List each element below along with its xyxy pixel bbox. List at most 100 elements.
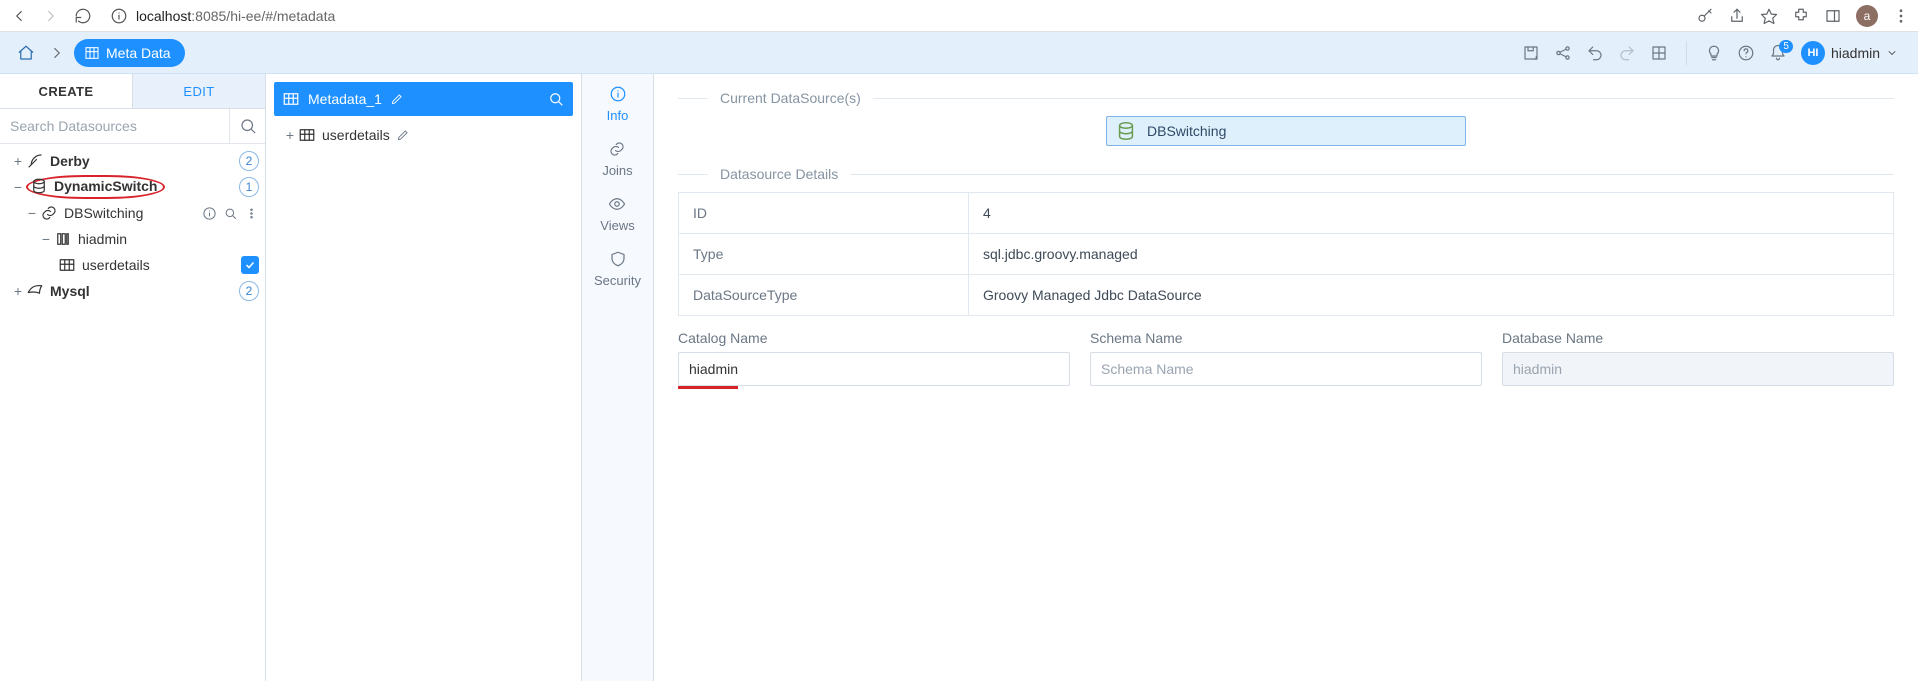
schema-icon [54,230,72,248]
chevron-down-icon [1886,47,1898,59]
catalog-input[interactable] [678,352,1070,386]
search-input[interactable] [0,110,229,142]
url-bar[interactable]: localhost:8085/hi-ee/#/metadata [104,7,1686,25]
left-search [0,109,265,144]
form-row: Catalog Name Schema Name Database Name [678,330,1894,389]
tree-label: userdetails [82,257,150,273]
tree-node-hiadmin[interactable]: − hiadmin [0,226,265,252]
table-row: Type sql.jdbc.groovy.managed [679,234,1894,275]
table-row: DataSourceType Groovy Managed Jdbc DataS… [679,275,1894,316]
tree-label: DynamicSwitch [54,178,157,194]
eye-icon [607,194,627,214]
user-menu[interactable]: HI hiadmin [1801,41,1898,65]
cell-label: Type [679,234,969,275]
breadcrumb: Meta Data [12,39,185,67]
count-badge: 1 [239,177,259,197]
share-icon[interactable] [1728,7,1746,25]
metadata-list: + userdetails [274,116,573,154]
tree-node-dbswitching[interactable]: − DBSwitching [0,200,265,226]
main: CREATE EDIT + Derby 2 − Dynamic [0,74,1918,681]
tree-label: Mysql [50,283,90,299]
header-tools: 5 HI hiadmin [1522,41,1906,65]
url-text: localhost:8085/hi-ee/#/metadata [136,8,335,24]
extensions-icon[interactable] [1792,7,1810,25]
metadata-header[interactable]: Metadata_1 [274,82,573,116]
edit-icon[interactable] [396,128,410,142]
cell-label: DataSourceType [679,275,969,316]
database-icon [30,177,48,195]
tree-label: DBSwitching [64,205,143,221]
tree-node-derby[interactable]: + Derby 2 [0,148,265,174]
search-icon[interactable] [223,206,238,221]
panel-icon[interactable] [1824,7,1842,25]
search-icon[interactable] [547,90,565,108]
cell-value: sql.jdbc.groovy.managed [969,234,1894,275]
edit-icon[interactable] [390,92,404,106]
nav-label: Info [607,108,629,123]
section-title: Current DataSource(s) [678,90,1894,106]
key-icon[interactable] [1696,7,1714,25]
cell-value: 4 [969,193,1894,234]
database-field: Database Name [1502,330,1894,389]
hint-icon[interactable] [1705,44,1723,62]
section-title: Datasource Details [678,166,1894,182]
table-icon [282,90,300,108]
nav-forward-icon [40,5,62,27]
notifications-badge: 5 [1779,40,1793,53]
star-icon[interactable] [1760,7,1778,25]
kebab-menu-icon[interactable] [1892,7,1910,25]
vertical-nav: Info Joins Views Security [582,74,654,681]
more-icon[interactable] [244,206,259,221]
notifications-icon[interactable]: 5 [1769,44,1787,62]
nav-views[interactable]: Views [600,194,634,233]
nav-label: Joins [602,163,632,178]
undo-icon[interactable] [1586,44,1604,62]
nav-security[interactable]: Security [594,249,641,288]
user-name: hiadmin [1831,45,1880,61]
home-icon[interactable] [12,39,40,67]
site-info-icon[interactable] [110,7,128,25]
help-icon[interactable] [1737,44,1755,62]
section-details: Datasource Details ID 4 Type sql.jdbc.gr… [678,166,1894,389]
collapse-icon[interactable]: − [24,205,40,221]
tree-node-mysql[interactable]: + Mysql 2 [0,278,265,304]
tree-node-dynamicswitch[interactable]: − DynamicSwitch 1 [0,174,265,200]
breadcrumb-current[interactable]: Meta Data [74,39,185,67]
checked-icon[interactable] [241,256,259,274]
count-badge: 2 [239,281,259,301]
catalog-field: Catalog Name [678,330,1070,389]
section-current-ds: Current DataSource(s) DBSwitching [678,90,1894,146]
table-icon [298,126,316,144]
tree-node-userdetails[interactable]: userdetails [0,252,265,278]
list-item-label: userdetails [322,127,390,143]
schema-input[interactable] [1090,352,1482,386]
current-ds-chip[interactable]: DBSwitching [1106,116,1466,146]
info-icon[interactable] [202,206,217,221]
list-item[interactable]: + userdetails [274,122,573,148]
grid-icon[interactable] [1650,44,1668,62]
nav-joins[interactable]: Joins [602,139,632,178]
reload-icon[interactable] [72,5,94,27]
tab-create[interactable]: CREATE [0,74,133,108]
datasource-tree: + Derby 2 − DynamicSwitch 1 − [0,144,265,308]
details-table: ID 4 Type sql.jdbc.groovy.managed DataSo… [678,192,1894,316]
search-icon[interactable] [229,109,265,143]
profile-avatar[interactable]: a [1856,5,1878,27]
nav-info[interactable]: Info [607,84,629,123]
collapse-icon[interactable]: − [38,231,54,247]
share-page-icon[interactable] [1554,44,1572,62]
expand-icon[interactable]: + [282,127,298,143]
field-label: Schema Name [1090,330,1482,346]
table-icon [84,45,100,61]
expand-icon[interactable]: + [10,153,26,169]
save-menu-icon[interactable] [1522,44,1540,62]
tab-edit[interactable]: EDIT [133,74,265,108]
expand-icon[interactable]: + [10,283,26,299]
shield-icon [608,249,628,269]
collapse-icon[interactable]: − [10,179,26,195]
redo-icon[interactable] [1618,44,1636,62]
nav-back-icon[interactable] [8,5,30,27]
metadata-panel: Metadata_1 + userdetails [266,74,582,681]
app-header: Meta Data 5 HI hiadmin [0,32,1918,74]
count-badge: 2 [239,151,259,171]
